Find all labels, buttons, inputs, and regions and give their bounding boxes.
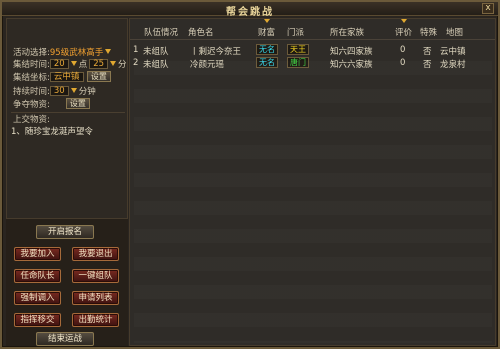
one-key-team-button[interactable]: 一键组队 — [72, 269, 119, 283]
recruit-stats-button[interactable]: 出勤统计 — [72, 313, 119, 327]
time-row: 集结时间: 20 点 25 分 — [13, 58, 127, 70]
hour-unit: 点 — [78, 59, 88, 70]
minute-input[interactable]: 25 — [89, 58, 109, 69]
duration-input[interactable]: 30 — [49, 85, 69, 96]
header-map[interactable]: 地图 — [446, 26, 463, 38]
wealth-badge: 无名 — [256, 44, 278, 55]
minute-unit: 分 — [118, 59, 127, 70]
chevron-down-icon[interactable] — [110, 61, 117, 66]
header-family[interactable]: 所在家族 — [330, 26, 364, 38]
contest-label: 争夺物资: — [13, 99, 50, 110]
submit-item: 1、随珍宝龙涎声望令 — [11, 125, 93, 137]
contest-row: 争夺物资: 设置 — [13, 98, 90, 110]
time-label: 集结时间: — [13, 59, 50, 70]
empty-list-area — [134, 61, 492, 343]
activity-label: 活动选择: — [13, 47, 50, 58]
submit-row: 上交物资: — [13, 113, 50, 125]
close-icon[interactable]: x — [482, 3, 494, 14]
window-title: 帮会跳战 — [226, 7, 274, 18]
submit-item-text: 1、随珍宝龙涎声望令 — [11, 126, 93, 137]
duration-unit: 分钟 — [78, 86, 96, 97]
duration-label: 持续时间: — [13, 86, 50, 97]
special-value: 否 — [423, 47, 432, 57]
header-sect[interactable]: 门派 — [287, 26, 304, 38]
family-name: 知六四家族 — [330, 47, 373, 57]
coord-value: 云中镇 — [49, 71, 84, 82]
team-status: 未组队 — [143, 47, 169, 57]
map-name: 云中镇 — [440, 47, 466, 57]
join-button[interactable]: 我要加入 — [14, 247, 61, 261]
open-signup-button[interactable]: 开启报名 — [36, 225, 94, 239]
activity-row: 活动选择: 95级武林高手 — [13, 46, 113, 58]
activity-select[interactable]: 95级武林高手 — [50, 46, 103, 58]
hour-input[interactable]: 20 — [49, 58, 69, 69]
sect-badge: 天王 — [287, 44, 309, 55]
chevron-down-icon[interactable] — [70, 61, 77, 66]
duration-row: 持续时间: 30 分钟 — [13, 85, 96, 97]
header-divider — [130, 39, 495, 40]
header-name[interactable]: 角色名 — [188, 26, 214, 38]
title-bar[interactable]: 帮会跳战 x — [2, 2, 498, 18]
header-rating[interactable]: 评价 — [395, 19, 412, 38]
faction-battle-window: 帮会跳战 x 活动选择: 95级武林高手 集结时间: 20 点 25 分 集结坐… — [0, 0, 500, 349]
appoint-leader-button[interactable]: 任命队长 — [14, 269, 61, 283]
header-special[interactable]: 特殊 — [420, 26, 437, 38]
coord-set-button[interactable]: 设置 — [86, 71, 111, 82]
character-name: 丨剩迟今奈王 — [190, 47, 242, 57]
command-move-button[interactable]: 指挥移交 — [14, 313, 61, 327]
member-list-panel: 队伍情况 角色名 财富 门派 所在家族 评价 特殊 地图 1 未组队 丨剩迟今奈… — [129, 18, 496, 346]
leave-button[interactable]: 我要退出 — [72, 247, 119, 261]
chevron-down-icon[interactable] — [70, 88, 77, 93]
end-battle-button[interactable]: 结束运战 — [36, 332, 94, 346]
force-join-button[interactable]: 强制调入 — [14, 291, 61, 305]
table-row[interactable]: 1 未组队 丨剩迟今奈王 无名 天王 知六四家族 0 否 云中镇 — [130, 44, 495, 57]
action-panel: 开启报名 我要加入 我要退出 任命队长 一键组队 强制调入 申请列表 指挥移交 … — [6, 218, 128, 346]
contest-set-button[interactable]: 设置 — [65, 98, 90, 109]
apply-list-button[interactable]: 申请列表 — [72, 291, 119, 305]
coord-row: 集结坐标: 云中镇 设置 — [13, 71, 111, 83]
submit-label: 上交物资: — [13, 114, 50, 125]
header-team[interactable]: 队伍情况 — [144, 26, 178, 38]
coord-label: 集结坐标: — [13, 72, 50, 83]
header-wealth[interactable]: 财富 — [258, 19, 275, 38]
chevron-down-icon[interactable] — [105, 49, 112, 54]
row-number: 1 — [133, 45, 139, 55]
rating-value: 0 — [400, 45, 406, 55]
